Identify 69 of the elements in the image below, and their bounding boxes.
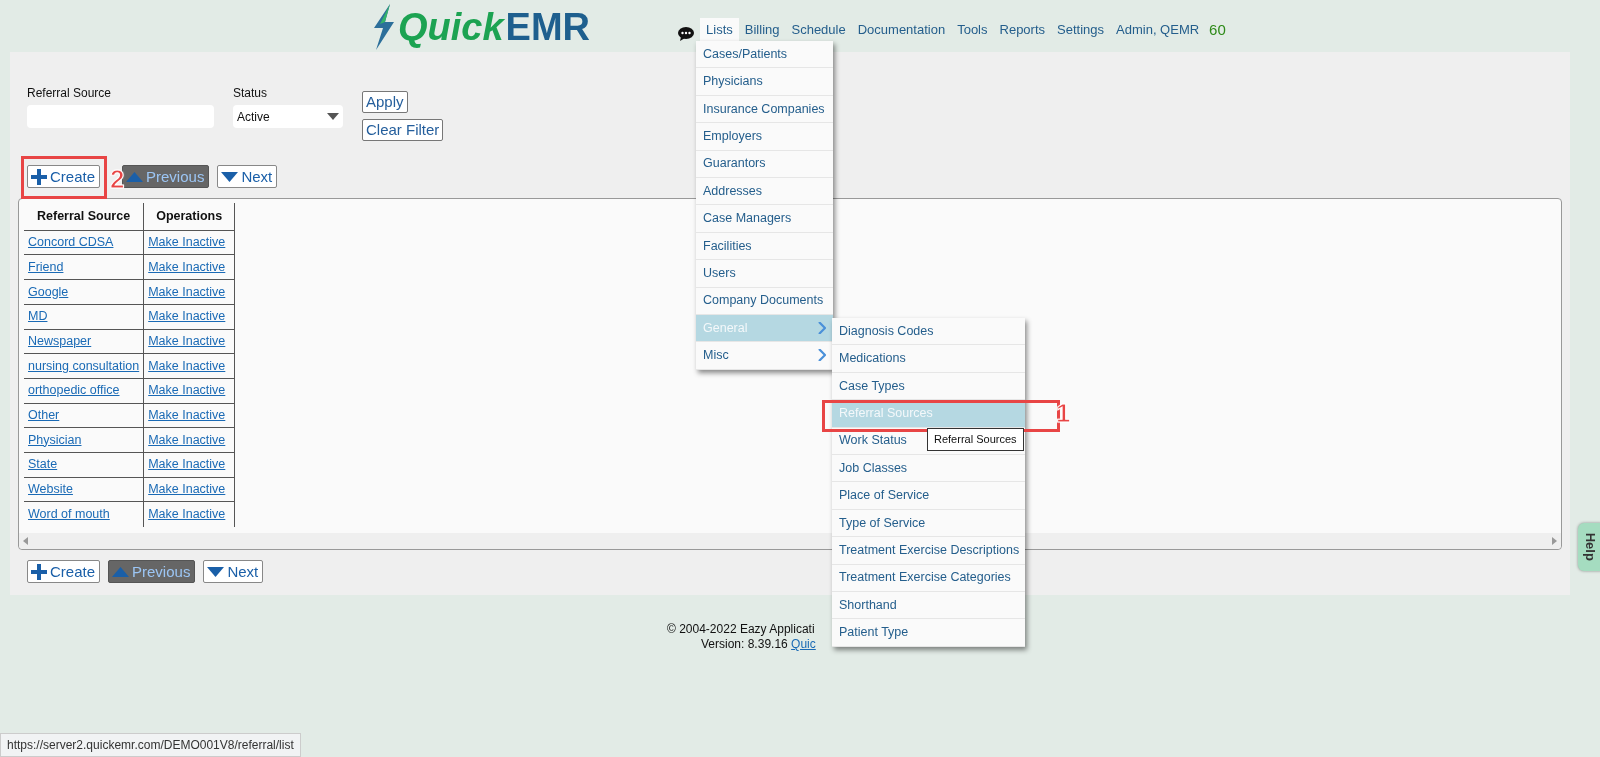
menu-item[interactable]: Case Managers: [696, 205, 833, 233]
column-header: Operations: [143, 203, 235, 231]
status-url: https://server2.quickemr.com/DEMO001V8/referral/list: [0, 733, 301, 757]
submenu-item[interactable]: Shorthand: [832, 591, 1025, 620]
source-link[interactable]: Friend: [28, 259, 64, 274]
plus-icon: [31, 563, 47, 580]
create-button[interactable]: Create: [27, 165, 101, 188]
clear-filter-button[interactable]: Clear Filter: [362, 119, 444, 141]
down-triangle-icon: [221, 171, 239, 182]
footer-link[interactable]: Quic: [791, 637, 816, 651]
up-triangle-icon: [112, 566, 130, 577]
nav-item[interactable]: Documentation: [851, 18, 952, 42]
source-link[interactable]: Google: [28, 284, 69, 299]
submenu-item[interactable]: Treatment Exercise Descriptions: [832, 537, 1025, 565]
submenu-item[interactable]: Diagnosis Codes: [832, 318, 1025, 346]
next-button[interactable]: Next: [203, 560, 264, 583]
source-link[interactable]: MD: [28, 309, 48, 324]
source-link[interactable]: Concord CDSA: [28, 235, 114, 250]
status-dropdown[interactable]: Active: [233, 105, 343, 128]
up-triangle-icon: [126, 171, 144, 182]
menu-item[interactable]: Cases/Patients: [696, 41, 833, 69]
submenu-item[interactable]: Place of Service: [832, 482, 1025, 510]
source-link[interactable]: orthopedic office: [28, 383, 120, 398]
counter: 60: [1209, 19, 1226, 40]
nav-item[interactable]: Admin, QEMR: [1110, 18, 1206, 42]
menu-item[interactable]: Insurance Companies: [696, 95, 833, 124]
version-text: Version: 8.39.16: [701, 637, 788, 651]
menu-item[interactable]: Employers: [696, 123, 833, 151]
nav-item[interactable]: Lists: [700, 18, 739, 42]
menu-item[interactable]: Guarantors: [696, 150, 833, 178]
menu-item[interactable]: Physicians: [696, 68, 833, 96]
nav-item[interactable]: Reports: [993, 18, 1052, 42]
menu-item[interactable]: Addresses: [696, 177, 833, 206]
nav-item[interactable]: Tools: [951, 18, 994, 42]
submenu-item[interactable]: Type of Service: [832, 509, 1025, 538]
submenu-item[interactable]: Patient Type: [832, 619, 1025, 647]
menu-item[interactable]: Facilities: [696, 232, 833, 261]
copyright-text: © 2004-2022 Eazy Applicati: [667, 622, 815, 636]
source-link[interactable]: Website: [28, 482, 73, 497]
source-link[interactable]: Newspaper: [28, 333, 92, 348]
caret-icon: [327, 113, 339, 120]
help-tab[interactable]: Help: [1578, 523, 1600, 571]
nav-item[interactable]: Settings: [1051, 18, 1111, 42]
menu-item[interactable]: Company Documents: [696, 287, 833, 315]
submenu-item[interactable]: Job Classes: [832, 454, 1025, 483]
logo: QuickEMR: [370, 5, 591, 49]
field-label: Status: [233, 85, 269, 102]
nav-item[interactable]: Schedule: [785, 18, 852, 42]
submenu-item[interactable]: Treatment Exercise Categories: [832, 564, 1025, 592]
create-button[interactable]: Create: [27, 560, 101, 583]
nav-item[interactable]: Billing: [738, 18, 786, 42]
source-link[interactable]: Other: [28, 408, 60, 423]
source-link[interactable]: nursing consultation: [28, 358, 140, 373]
column-header: Referral Source: [24, 203, 144, 231]
menu-item[interactable]: Users: [696, 260, 833, 288]
apply-button[interactable]: Apply: [362, 91, 408, 113]
scroll-right-icon[interactable]: [1552, 537, 1557, 545]
submenu-item[interactable]: Case Types: [832, 372, 1025, 401]
scroll-left-icon[interactable]: [23, 537, 28, 545]
down-triangle-icon: [207, 566, 225, 577]
chat-icon[interactable]: [678, 27, 695, 41]
source-link[interactable]: Physician: [28, 432, 82, 447]
plus-icon: [31, 168, 47, 185]
field-label: Referral Source: [27, 85, 113, 102]
submenu-item[interactable]: Medications: [832, 345, 1025, 373]
source-link[interactable]: Word of mouth: [28, 507, 110, 522]
tooltip: Referral Sources: [927, 428, 1024, 451]
next-button[interactable]: Next: [217, 165, 278, 188]
source-link[interactable]: State: [28, 457, 58, 472]
